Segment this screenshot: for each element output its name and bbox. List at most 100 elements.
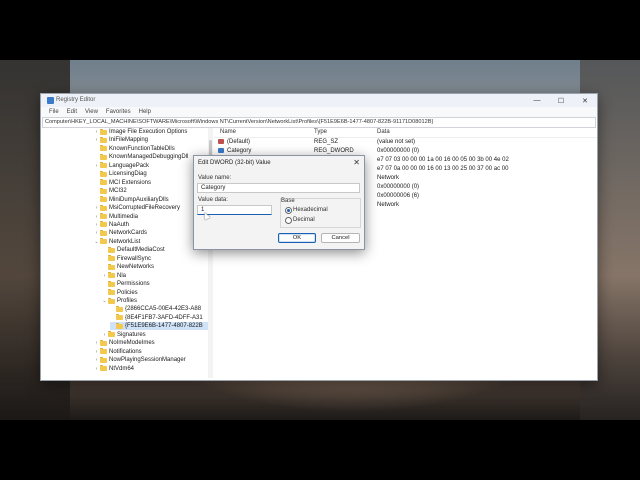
address-bar[interactable]: Computer\HKEY_LOCAL_MACHINE\SOFTWARE\Mic… [42, 117, 596, 128]
tree-item[interactable]: › Signatures [102, 331, 208, 339]
chevron-right-icon[interactable]: › [94, 357, 99, 363]
folder-icon [100, 221, 107, 228]
tree-item[interactable]: › Multimedia [94, 213, 208, 221]
chevron-right-icon[interactable]: › [94, 137, 99, 143]
menu-file[interactable]: File [45, 107, 63, 117]
tree-item-label: KnownManagedDebuggingDll [109, 154, 189, 161]
tree-item[interactable]: FirewallSync [102, 255, 208, 263]
menu-favorites[interactable]: Favorites [102, 107, 135, 117]
tree-item[interactable]: {8E4F1FB7-3AFD-4DFF-A31 [110, 314, 208, 322]
cancel-button[interactable]: Cancel [321, 233, 360, 243]
tree-item[interactable]: › NowPlayingSessionManager [94, 356, 208, 364]
tree-item[interactable]: › IniFileMapping [94, 136, 208, 144]
list-item[interactable]: (Default) REG_SZ (value not set) [214, 138, 597, 147]
list-header: Name Type Data [214, 128, 597, 138]
tree-item[interactable]: KnownManagedDebuggingDll [94, 153, 208, 161]
hexadecimal-label[interactable]: Hexadecimal [293, 207, 328, 213]
tree-item[interactable]: NewNetworks [102, 263, 208, 271]
tree-item-label: NetworkList [109, 238, 141, 245]
tree-item[interactable]: › NoImeModeImes [94, 339, 208, 347]
folder-icon [100, 145, 107, 152]
registry-tree[interactable]: › Image File Execution Options › IniFileMap… [41, 128, 209, 378]
menu-bar: File Edit View Favorites Help [41, 107, 597, 117]
tree-item-label: Notifications [109, 348, 142, 355]
tree-item-label: Image File Execution Options [109, 129, 188, 135]
chevron-down-icon[interactable]: ⌄ [94, 239, 99, 245]
value-type: REG_SZ [314, 139, 339, 145]
value-data: Network [377, 175, 400, 181]
chevron-right-icon[interactable]: › [94, 349, 99, 355]
folder-icon [116, 314, 123, 321]
folder-icon [100, 348, 107, 355]
chevron-right-icon[interactable]: › [94, 129, 99, 135]
column-name-header[interactable]: Name [220, 129, 236, 135]
tree-item[interactable]: MiniDumpAuxiliaryDlls [94, 196, 208, 204]
value-data: 0x00000000 (0) [377, 148, 420, 154]
chevron-right-icon[interactable]: › [94, 214, 99, 220]
tree-item-label: Nla [117, 272, 127, 279]
close-button[interactable]: ✕ [573, 94, 597, 107]
folder-icon [100, 339, 107, 346]
value-data: Network [377, 202, 400, 208]
tree-item-label: LicensingDiag [109, 171, 147, 178]
tree-item[interactable]: › Nla [102, 272, 208, 280]
menu-view[interactable]: View [81, 107, 102, 117]
tree-item-label: MsiCorruptedFileRecovery [109, 205, 181, 212]
tree-item[interactable]: › NaAuth [94, 221, 208, 229]
menu-help[interactable]: Help [135, 107, 155, 117]
chevron-down-icon[interactable]: ⌄ [102, 298, 107, 304]
tree-item[interactable]: {2866CCA5-00E4-42E3-A88 [110, 305, 208, 313]
tree-item-label: Multimedia [109, 213, 139, 220]
tree-item-label: MCI Extensions [109, 179, 152, 186]
tree-item[interactable]: › MsiCorruptedFileRecovery [94, 204, 208, 212]
chevron-right-icon[interactable]: › [94, 230, 99, 236]
column-type-header[interactable]: Type [314, 129, 327, 135]
tree-item[interactable]: ⌄ Profiles [102, 297, 208, 305]
chevron-right-icon[interactable]: › [94, 205, 99, 211]
tree-item[interactable]: › Image File Execution Options [94, 128, 208, 136]
value-data: e7 07 0a 00 00 00 16 00 13 00 25 00 37 0… [377, 166, 509, 172]
tree-item[interactable]: MCI32 [94, 187, 208, 195]
decimal-label[interactable]: Decimal [293, 217, 315, 223]
registry-app-icon [47, 97, 54, 104]
tree-item[interactable]: MCI Extensions [94, 179, 208, 187]
tree-item[interactable]: › LanguagePack [94, 162, 208, 170]
tree-item-label: KnownFunctionTableDlls [109, 145, 175, 152]
tree-item[interactable]: Policies [102, 289, 208, 297]
chevron-right-icon[interactable]: › [94, 222, 99, 228]
maximize-button[interactable]: ☐ [549, 94, 573, 107]
tree-item[interactable]: LicensingDiag [94, 170, 208, 178]
tree-item-label: Profiles [117, 298, 138, 304]
value-name-field: Category [197, 183, 360, 193]
column-data-header[interactable]: Data [377, 129, 390, 135]
tree-item-label: {2866CCA5-00E4-42E3-A88 [125, 306, 202, 313]
hexadecimal-radio[interactable] [285, 207, 292, 214]
folder-icon [100, 179, 107, 186]
tree-item-label: NetworkCards [109, 230, 148, 237]
tree-item[interactable]: › Notifications [94, 348, 208, 356]
title-bar: Registry Editor — ☐ ✕ [41, 94, 597, 107]
minimize-button[interactable]: — [525, 94, 549, 107]
tree-item[interactable]: › NtVdm64 [94, 365, 208, 373]
chevron-right-icon[interactable]: › [102, 332, 107, 338]
chevron-right-icon[interactable]: › [94, 340, 99, 346]
tree-item-label: NaAuth [109, 221, 130, 228]
tree-item-label: NoImeModeImes [109, 340, 155, 347]
folder-icon [100, 213, 107, 219]
tree-item-label: NtVdm64 [109, 365, 135, 372]
menu-edit[interactable]: Edit [63, 107, 81, 117]
tree-item[interactable]: ⌄ NetworkList [94, 238, 208, 246]
decimal-radio[interactable] [285, 217, 292, 224]
tree-item[interactable]: {F51E9E6B-1477-4807-822B [110, 322, 208, 331]
chevron-right-icon[interactable]: › [94, 163, 99, 169]
tree-item-label: LanguagePack [109, 162, 150, 169]
folder-icon [108, 246, 115, 253]
ok-button[interactable]: OK [278, 233, 316, 243]
dialog-close-button[interactable]: ✕ [353, 158, 360, 167]
folder-icon [108, 289, 115, 296]
chevron-right-icon[interactable]: › [94, 366, 99, 372]
tree-item[interactable]: KnownFunctionTableDlls [94, 145, 208, 153]
chevron-right-icon[interactable]: › [102, 273, 107, 279]
tree-item[interactable]: Permissions [102, 280, 208, 288]
tree-item[interactable]: › NetworkCards [94, 229, 208, 237]
